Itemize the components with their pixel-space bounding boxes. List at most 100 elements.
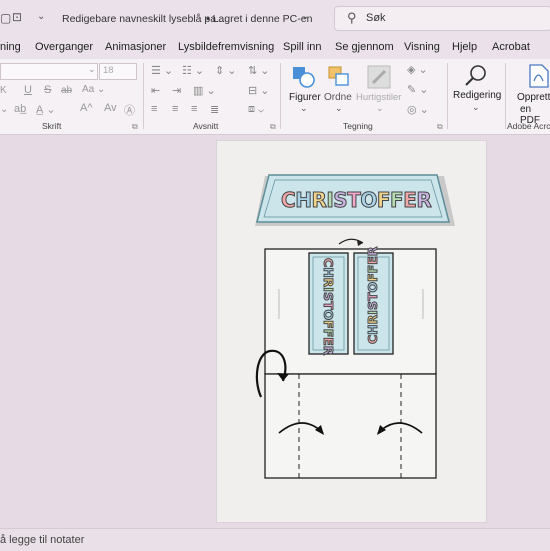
search-icon: ⚲ [347, 10, 357, 25]
font-size-value: 18 [103, 65, 114, 76]
shape-effects-icon[interactable]: ◎ ⌄ [407, 103, 429, 116]
smartart-icon[interactable]: ⧈ ⌄ [248, 103, 264, 116]
divider [505, 63, 506, 129]
divider [280, 63, 281, 129]
notes-pane[interactable]: å legge til notater [0, 528, 550, 551]
font-size-select[interactable]: 18 [99, 63, 137, 80]
name-letter: H [295, 188, 313, 213]
shrink-font-button[interactable]: Av [104, 102, 117, 114]
shape-fill-icon[interactable]: ◈ ⌄ [407, 63, 428, 76]
quick-styles-label: Hurtigstiler [356, 92, 402, 103]
acrobat-group-label: Adobe Acrob [507, 121, 550, 131]
underline-button[interactable]: U [24, 84, 32, 96]
paragraph-group-label: Avsnitt [193, 121, 219, 131]
name-letter: F [321, 320, 337, 330]
italic-button[interactable]: K [0, 85, 7, 96]
name-letter: O [365, 281, 381, 293]
name-letter: H [365, 324, 381, 335]
chevron-down-icon: ⌄ [300, 103, 308, 113]
align-left-icon[interactable]: ≡ [151, 103, 157, 115]
name-strip-text-right[interactable]: CHRISTOFFER [362, 246, 384, 344]
shape-outline-icon[interactable]: ✎ ⌄ [407, 83, 429, 96]
name-letter: T [365, 292, 381, 302]
shapes-icon [293, 67, 315, 88]
tab-slideshow[interactable]: Lysbildefremvisning [178, 41, 274, 53]
font-family-select[interactable] [0, 63, 98, 80]
name-letter: R [416, 188, 432, 213]
clear-formatting-icon[interactable]: Ⓐ [124, 102, 135, 118]
name-letter: S [333, 188, 348, 213]
increase-indent-icon[interactable]: ⇥ [172, 84, 181, 97]
chevron-down-icon[interactable]: ⌄ [301, 11, 309, 22]
align-text-icon[interactable]: ⊟ ⌄ [248, 84, 270, 97]
tab-transitions[interactable]: Overganger [35, 41, 93, 53]
strikethrough-button[interactable]: S [44, 84, 51, 96]
tab-help[interactable]: Hjelp [452, 41, 477, 53]
quick-access-chevron-icon[interactable]: ⌄ [37, 11, 45, 22]
dialog-launcher-icon[interactable]: ⧉ [132, 122, 138, 132]
slide-canvas[interactable]: CHRISTOFFER CHRISTOFFER CHRISTOFFER [216, 140, 487, 523]
justify-icon[interactable]: ≣ [210, 103, 219, 116]
name-letter: C [365, 334, 381, 344]
divider [143, 63, 144, 129]
font-color-icon[interactable]: ⌄ [0, 104, 8, 115]
decrease-indent-icon[interactable]: ⇤ [151, 84, 160, 97]
tab-view[interactable]: Visning [404, 41, 440, 53]
align-center-icon[interactable]: ≡ [172, 103, 178, 115]
dialog-launcher-icon[interactable]: ⧉ [270, 122, 276, 132]
create-pdf-button[interactable]: Opprett en PDF [508, 62, 550, 126]
grow-font-button[interactable]: A^ [80, 102, 93, 114]
search-icon [465, 65, 486, 86]
name-letter: I [365, 310, 381, 316]
numbering-icon[interactable]: ☷ ⌄ [182, 64, 204, 77]
highlight-icon[interactable]: ab̲ [14, 103, 26, 115]
search-input[interactable]: Søk [366, 12, 386, 24]
name-letter: F [365, 273, 381, 283]
name-letter: R [365, 246, 381, 257]
name-letter: R [321, 277, 337, 288]
name-strip-text-left[interactable]: CHRISTOFFER [317, 258, 339, 356]
notes-placeholder[interactable]: å legge til notater [0, 534, 84, 546]
name-letter: S [365, 301, 381, 311]
quick-styles-icon [367, 65, 391, 89]
text-color-icon[interactable]: A̲ ⌄ [36, 103, 56, 116]
name-letter: F [390, 188, 405, 213]
nameplate-text[interactable]: CHRISTOFFER [280, 185, 432, 215]
tab-record[interactable]: Spill inn [283, 41, 322, 53]
line-spacing-icon[interactable]: ⇕ ⌄ [215, 64, 237, 77]
name-letter: O [360, 188, 378, 213]
name-letter: E [365, 256, 381, 266]
chevron-down-icon[interactable]: ⌄ [88, 64, 96, 75]
editing-button[interactable]: Redigering ⌄ [450, 62, 502, 116]
align-right-icon[interactable]: ≡ [191, 103, 197, 115]
bullets-icon[interactable]: ☰ ⌄ [151, 64, 173, 77]
tab-review[interactable]: Se gjennom [335, 41, 394, 53]
name-letter: E [403, 188, 418, 213]
arrange-button[interactable]: Ordne ⌄ [324, 62, 356, 116]
chevron-down-icon: ⌄ [335, 103, 343, 113]
name-letter: C [321, 258, 337, 268]
search-box[interactable]: ⚲ Søk [334, 6, 550, 31]
save-icon[interactable]: ▢ [0, 11, 11, 25]
shapes-label: Figurer [289, 92, 321, 103]
text-direction-icon[interactable]: ⇅ ⌄ [248, 64, 270, 77]
dialog-launcher-icon[interactable]: ⧉ [437, 122, 443, 132]
shapes-button[interactable]: Figurer ⌄ [288, 62, 321, 116]
tab-design[interactable]: ning [0, 41, 21, 53]
tab-animations[interactable]: Animasjoner [105, 41, 166, 53]
change-case-icon[interactable]: Aa ⌄ [82, 84, 105, 95]
chevron-down-icon: ⌄ [376, 103, 384, 113]
name-letter: R [321, 345, 337, 356]
pdf-icon [529, 64, 549, 88]
columns-icon[interactable]: ▥ ⌄ [193, 84, 216, 97]
name-letter: T [321, 300, 337, 310]
save-status[interactable]: • Lagret i denne PC-en [206, 13, 312, 25]
presenter-icon[interactable]: ⊡ [12, 10, 22, 24]
quick-styles-button[interactable]: Hurtigstiler ⌄ [356, 62, 402, 116]
divider [447, 63, 448, 129]
tab-acrobat[interactable]: Acrobat [492, 41, 530, 53]
name-letter: R [365, 314, 381, 325]
document-title: Redigebare navneskilt lyseblå pa... [62, 13, 225, 25]
name-letter: F [365, 264, 381, 274]
character-spacing-button[interactable]: ab [61, 85, 72, 96]
